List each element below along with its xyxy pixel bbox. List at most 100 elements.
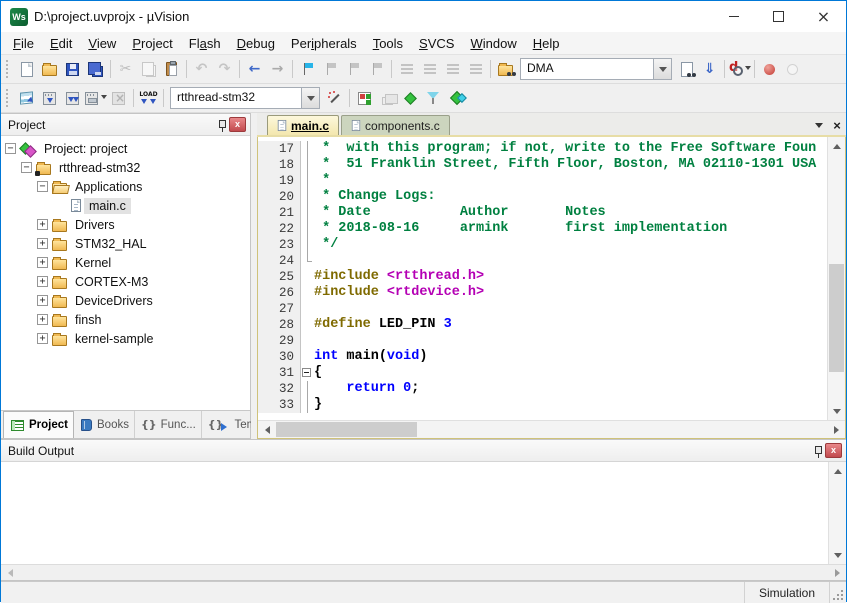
stop-build-button[interactable]	[107, 86, 130, 110]
menu-file[interactable]: File	[5, 34, 42, 53]
manage-window-layout-button[interactable]	[376, 86, 399, 110]
vertical-scroll-thumb[interactable]	[829, 264, 844, 372]
close-button[interactable]: ×	[801, 1, 846, 32]
open-file-button[interactable]	[38, 57, 61, 81]
tree-item-applications[interactable]: −Applications	[1, 177, 250, 196]
pack-installer-button[interactable]	[445, 86, 468, 110]
resize-grip[interactable]	[829, 582, 846, 603]
expand-icon[interactable]: +	[37, 219, 48, 230]
tree-item-devicedrivers[interactable]: +DeviceDrivers	[1, 291, 250, 310]
find-in-files-dialog-button[interactable]	[675, 57, 698, 81]
expand-icon[interactable]: +	[37, 333, 48, 344]
tree-item-cortex-m3[interactable]: +CORTEX-M3	[1, 272, 250, 291]
expand-icon[interactable]: +	[37, 257, 48, 268]
menu-edit[interactable]: Edit	[42, 34, 80, 53]
menu-project[interactable]: Project	[124, 34, 180, 53]
target-options-button[interactable]	[323, 86, 346, 110]
indent-left-button[interactable]	[418, 57, 441, 81]
build-output-close-button[interactable]: x	[825, 443, 842, 458]
fold-collapse-icon[interactable]	[301, 365, 314, 381]
code-editor[interactable]: 17 * with this program; if not, write to…	[258, 137, 827, 420]
scroll-down-arrow[interactable]	[828, 403, 845, 420]
download-to-flash-button[interactable]: LOAD	[137, 86, 160, 110]
maximize-button[interactable]	[756, 1, 801, 32]
scroll-up-arrow[interactable]	[828, 137, 845, 154]
project-panel-close-button[interactable]: x	[229, 117, 246, 132]
menu-svcs[interactable]: SVCS	[411, 34, 462, 53]
tree-item-kernel-sample[interactable]: +kernel-sample	[1, 329, 250, 348]
scroll-down-arrow[interactable]	[829, 547, 846, 564]
bookmark-previous-button[interactable]	[319, 57, 342, 81]
expand-icon[interactable]: +	[37, 314, 48, 325]
expand-icon[interactable]: +	[37, 295, 48, 306]
editor-horizontal-scrollbar[interactable]	[258, 420, 845, 438]
find-in-files-button[interactable]	[494, 57, 517, 81]
copy-button[interactable]	[137, 57, 160, 81]
menu-tools[interactable]: Tools	[365, 34, 411, 53]
toolbar-grip[interactable]	[6, 60, 12, 78]
close-document-button[interactable]: ×	[828, 116, 846, 134]
cut-button[interactable]: ✂	[114, 57, 137, 81]
toolbar-grip[interactable]	[6, 89, 12, 107]
file-extensions-books-environment-button[interactable]	[422, 86, 445, 110]
bookmark-toggle-button[interactable]	[296, 57, 319, 81]
menu-debug[interactable]: Debug	[229, 34, 283, 53]
indent-right-button[interactable]	[395, 57, 418, 81]
scroll-left-arrow[interactable]	[258, 421, 275, 438]
collapse-icon[interactable]: −	[21, 162, 32, 173]
tree-item-kernel[interactable]: +Kernel	[1, 253, 250, 272]
navigate-back-button[interactable]: ←	[243, 57, 266, 81]
panel-tab-project[interactable]: Project	[3, 411, 74, 438]
navigate-forward-button[interactable]: →	[266, 57, 289, 81]
menu-view[interactable]: View	[80, 34, 124, 53]
tab-list-dropdown-button[interactable]	[810, 116, 828, 134]
build-output-content[interactable]	[1, 462, 828, 564]
target-combo-dropdown-button[interactable]	[301, 88, 319, 108]
document-tab-main-c[interactable]: main.c	[267, 115, 339, 135]
tree-item-finsh[interactable]: +finsh	[1, 310, 250, 329]
pin-icon[interactable]	[215, 118, 229, 132]
build-output-horizontal-scrollbar[interactable]	[1, 564, 846, 580]
minimize-button[interactable]	[711, 1, 756, 32]
tree-item-drivers[interactable]: +Drivers	[1, 215, 250, 234]
menu-window[interactable]: Window	[462, 34, 524, 53]
editor-vertical-scrollbar[interactable]	[827, 137, 845, 420]
document-tab-components-c[interactable]: components.c	[341, 115, 450, 135]
new-file-button[interactable]	[15, 57, 38, 81]
pin-icon[interactable]	[811, 444, 825, 458]
horizontal-scroll-thumb[interactable]	[276, 422, 417, 437]
menu-help[interactable]: Help	[525, 34, 568, 53]
build-target-button[interactable]	[38, 86, 61, 110]
batch-build-button[interactable]	[84, 86, 107, 110]
comment-selection-button[interactable]	[441, 57, 464, 81]
manage-run-time-environment-button[interactable]	[353, 86, 376, 110]
save-all-button[interactable]	[84, 57, 107, 81]
manage-project-items-button[interactable]	[399, 86, 422, 110]
paste-button[interactable]	[160, 57, 183, 81]
quick-find-dropdown-icon[interactable]	[745, 66, 751, 73]
panel-tab-books[interactable]: Books	[74, 411, 135, 438]
menu-peripherals[interactable]: Peripherals	[283, 34, 365, 53]
insert-remove-breakpoint-button[interactable]	[758, 57, 781, 81]
tree-item-main-c[interactable]: main.c	[1, 196, 250, 215]
scroll-right-arrow[interactable]	[828, 421, 845, 438]
quick-find-button[interactable]: d	[728, 57, 751, 81]
bookmark-next-button[interactable]	[342, 57, 365, 81]
rebuild-all-target-files-button[interactable]	[61, 86, 84, 110]
menu-flash[interactable]: Flash	[181, 34, 229, 53]
uncomment-selection-button[interactable]	[464, 57, 487, 81]
scroll-right-arrow[interactable]	[829, 565, 846, 580]
target-combo[interactable]: rtthread-stm32	[170, 87, 320, 109]
undo-button[interactable]: ↶	[190, 57, 213, 81]
save-button[interactable]	[61, 57, 84, 81]
expand-icon[interactable]: +	[37, 238, 48, 249]
tree-item-stm32-hal[interactable]: +STM32_HAL	[1, 234, 250, 253]
incremental-find-button[interactable]: ⇓	[698, 57, 721, 81]
bookmark-clear-all-button[interactable]	[365, 57, 388, 81]
collapse-icon[interactable]: −	[37, 181, 48, 192]
search-combo-dropdown-button[interactable]	[653, 59, 671, 79]
translate-file-button[interactable]	[15, 86, 38, 110]
panel-tab-func[interactable]: {}Func...	[135, 411, 202, 438]
enable-disable-breakpoint-button[interactable]	[781, 57, 804, 81]
search-combo[interactable]: DMA	[520, 58, 672, 80]
